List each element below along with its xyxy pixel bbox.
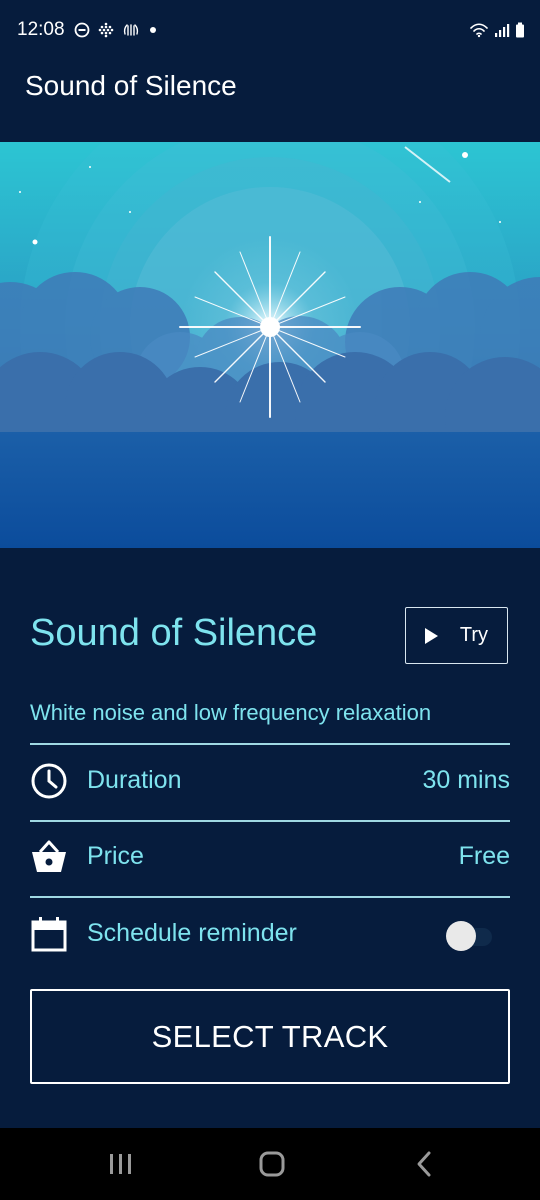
divider <box>30 743 510 745</box>
track-title: Sound of Silence <box>30 612 318 654</box>
recents-icon <box>110 1154 131 1174</box>
do-not-disturb-icon <box>74 22 90 38</box>
calendar-icon <box>31 917 67 952</box>
track-description: White noise and low frequency relaxation <box>30 700 432 725</box>
home-icon <box>259 1151 285 1177</box>
hero-image <box>0 142 540 548</box>
duration-value: 30 mins <box>422 766 510 794</box>
price-row: Price Free <box>30 826 510 886</box>
home-button[interactable] <box>252 1148 292 1180</box>
hand-icon <box>123 24 139 36</box>
app-bar-title: Sound of Silence <box>25 70 237 101</box>
status-time: 12:08 <box>17 19 65 40</box>
starburst-clouds-illustration <box>0 142 540 548</box>
back-icon <box>417 1151 431 1177</box>
clock-icon <box>31 763 67 799</box>
navigation-bar <box>0 1128 540 1200</box>
back-button[interactable] <box>404 1148 444 1180</box>
dot-icon <box>150 27 156 33</box>
reminder-row: Schedule reminder <box>30 903 510 963</box>
status-bar: 12:08 <box>0 0 540 60</box>
price-label: Price <box>87 842 144 870</box>
play-icon <box>424 627 438 644</box>
reminder-label: Schedule reminder <box>87 919 297 947</box>
battery-icon <box>516 22 524 38</box>
app-screen: 12:08 Sound of Silence Sound of Silence … <box>0 0 540 1200</box>
duration-label: Duration <box>87 766 182 794</box>
try-button-label: Try <box>459 624 489 646</box>
divider <box>30 896 510 898</box>
reminder-toggle[interactable] <box>446 921 492 951</box>
toggle-thumb <box>446 921 476 951</box>
duration-row: Duration 30 mins <box>30 750 510 810</box>
basket-icon <box>32 840 66 872</box>
try-button[interactable]: Try <box>405 607 508 664</box>
app-grid-icon <box>98 22 114 38</box>
status-system-icons <box>469 20 525 40</box>
recents-button[interactable] <box>101 1148 141 1180</box>
wifi-icon <box>470 23 488 38</box>
signal-icon <box>495 24 510 37</box>
divider <box>30 820 510 822</box>
price-value: Free <box>458 842 510 870</box>
status-notification-icons <box>74 20 158 40</box>
select-track-button[interactable]: SELECT TRACK <box>30 989 510 1084</box>
